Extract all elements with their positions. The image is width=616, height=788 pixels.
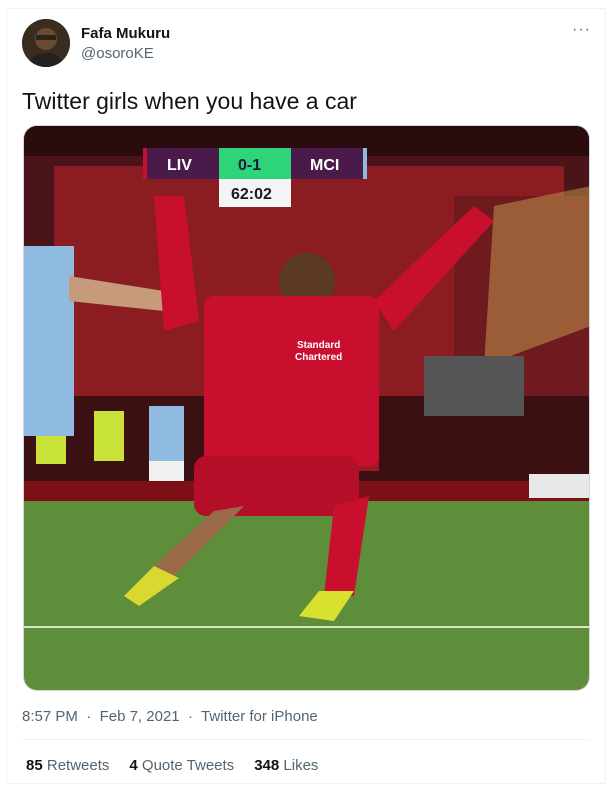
tweet-media-image[interactable]: Standard Chartered LIV 0-1 MCI 62:02 — [23, 125, 590, 691]
retweets-count: 85 — [26, 757, 43, 774]
tweet-stats: 85 Retweets 4 Quote Tweets 348 Likes — [26, 757, 318, 774]
quote-tweets-stat[interactable]: 4 Quote Tweets — [129, 757, 234, 774]
scoreboard-away: MCI — [310, 157, 339, 174]
tweet-time[interactable]: 8:57 PM — [22, 708, 78, 725]
tweet-card: Fafa Mukuru @osoroKE ··· Twitter girls w… — [6, 8, 606, 784]
shirt-sponsor-line1: Standard — [297, 340, 340, 351]
meta-separator: · — [82, 708, 96, 725]
retweets-label: Retweets — [46, 757, 110, 774]
tweet-date[interactable]: Feb 7, 2021 — [100, 708, 180, 725]
quote-tweets-count: 4 — [129, 757, 138, 774]
scoreboard-clock: 62:02 — [231, 186, 272, 203]
tweet-source[interactable]: Twitter for iPhone — [201, 708, 318, 725]
tweet-text: Twitter girls when you have a car — [22, 88, 357, 114]
likes-label: Likes — [283, 757, 319, 774]
divider — [22, 739, 590, 740]
quote-tweets-label: Quote Tweets — [141, 757, 235, 774]
scoreboard-score: 0-1 — [238, 157, 261, 174]
avatar[interactable] — [22, 19, 70, 67]
retweets-stat[interactable]: 85 Retweets — [26, 757, 109, 774]
meta-separator: · — [183, 708, 198, 725]
user-display-name[interactable]: Fafa Mukuru — [81, 25, 170, 42]
shirt-sponsor-line2: Chartered — [295, 352, 342, 363]
tweet-metadata: 8:57 PM · Feb 7, 2021 · Twitter for iPho… — [22, 708, 318, 725]
likes-count: 348 — [254, 757, 280, 774]
more-options-icon[interactable]: ··· — [572, 21, 591, 39]
scoreboard-home: LIV — [167, 157, 192, 174]
likes-stat[interactable]: 348 Likes — [254, 757, 318, 774]
user-handle[interactable]: @osoroKE — [81, 45, 154, 62]
